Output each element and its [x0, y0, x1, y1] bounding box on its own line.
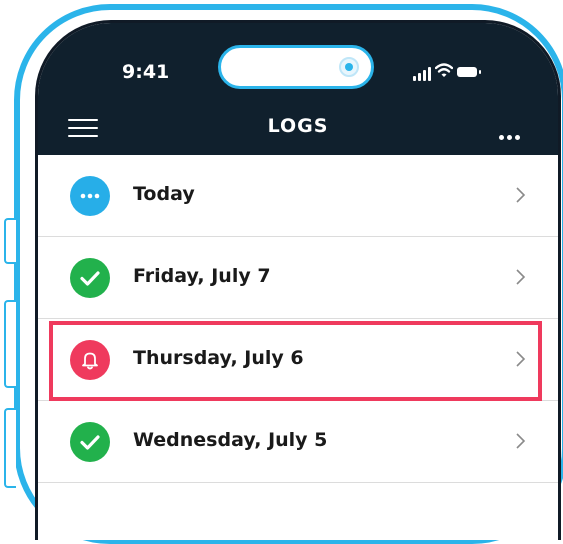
chevron-right-icon [516, 269, 526, 285]
chevron-right-icon [516, 433, 526, 449]
status-dots-icon [70, 176, 110, 216]
log-date-label: Wednesday, July 5 [133, 429, 328, 451]
chevron-right-icon [516, 187, 526, 203]
highlight-box [49, 321, 542, 401]
phone-side-button [4, 218, 16, 264]
status-time: 9:41 [122, 61, 170, 83]
header-bar: 9:41 LOGS [38, 23, 558, 155]
phone-side-button [4, 300, 16, 388]
wifi-icon [435, 63, 453, 77]
more-dots-icon[interactable] [496, 125, 520, 144]
log-row-today[interactable]: Today [38, 155, 558, 237]
dynamic-island [218, 45, 374, 89]
log-row-wednesday[interactable]: Wednesday, July 5 [38, 401, 558, 483]
log-date-label: Today [133, 183, 195, 205]
log-row-friday[interactable]: Friday, July 7 [38, 237, 558, 319]
camera-icon [339, 57, 359, 77]
page-title: LOGS [267, 115, 329, 137]
battery-icon [457, 67, 481, 77]
phone-screen: 9:41 LOGS Today Friday, July 7 Thursday,… [35, 20, 561, 540]
log-date-label: Friday, July 7 [133, 265, 271, 287]
check-icon [70, 422, 110, 462]
phone-side-button [4, 408, 16, 488]
check-icon [70, 258, 110, 298]
